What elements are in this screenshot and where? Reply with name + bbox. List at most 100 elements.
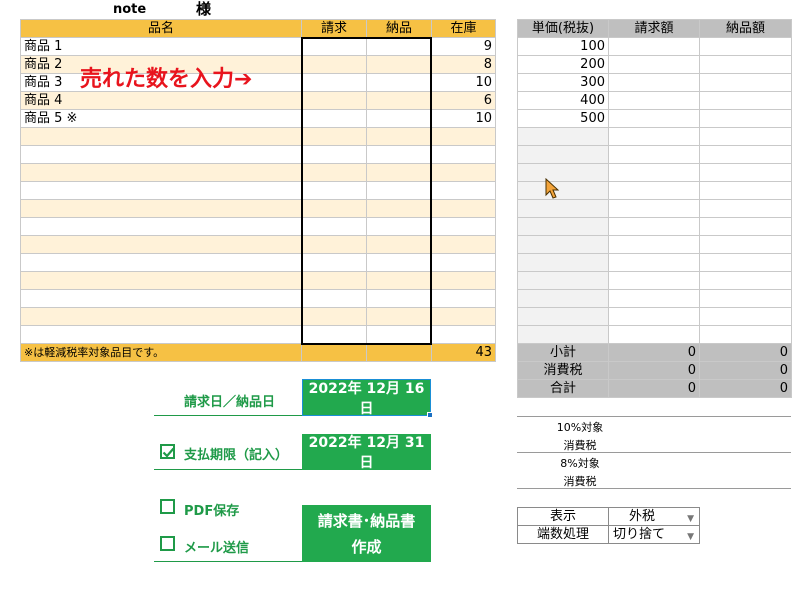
- invoice-qty-cell[interactable]: [301, 289, 367, 308]
- delivery-qty-cell[interactable]: [366, 109, 432, 128]
- invoice-amount-cell: [608, 307, 700, 326]
- delivery-qty-cell[interactable]: [366, 307, 432, 326]
- underline: [154, 469, 302, 470]
- table-row: [517, 307, 792, 326]
- dropdown-arrow-icon[interactable]: ▼: [687, 529, 694, 545]
- invoice-qty-cell[interactable]: [301, 199, 367, 218]
- invoice-qty-cell[interactable]: [301, 181, 367, 200]
- delivery-amount-cell: [699, 307, 792, 326]
- stock-cell: [431, 325, 496, 344]
- table-row: [517, 235, 792, 254]
- instruction-annotation: 売れた数を入力➔: [80, 67, 253, 92]
- summary-row: 合計 0 0: [517, 379, 792, 398]
- selection-handle[interactable]: [427, 412, 433, 418]
- issue-date-field[interactable]: 2022年 12月 16日: [302, 379, 431, 417]
- table-row: [20, 163, 496, 182]
- invoice-qty-cell[interactable]: [301, 163, 367, 182]
- unit-price-cell: [517, 307, 609, 326]
- invoice-qty-cell[interactable]: [301, 253, 367, 272]
- invoice-qty-cell[interactable]: [301, 271, 367, 290]
- stock-cell: [431, 235, 496, 254]
- underline: [154, 561, 302, 562]
- mail-send-checkbox[interactable]: [160, 536, 175, 551]
- table-row: [517, 127, 792, 146]
- delivery-qty-cell[interactable]: [366, 73, 432, 92]
- invoice-qty-cell[interactable]: [301, 73, 367, 92]
- item-name-cell: 商品 4: [20, 91, 302, 110]
- delivery-qty-cell[interactable]: [366, 55, 432, 74]
- unit-price-cell: 200: [517, 55, 609, 74]
- summary-delivery: 0: [699, 361, 792, 380]
- invoice-amount-cell: [608, 271, 700, 290]
- invoice-amount-cell: [608, 55, 700, 74]
- stock-cell: 6: [431, 91, 496, 110]
- delivery-qty-cell[interactable]: [366, 289, 432, 308]
- delivery-qty-cell[interactable]: [366, 163, 432, 182]
- item-name-cell: [20, 181, 302, 200]
- pdf-save-checkbox[interactable]: [160, 499, 175, 514]
- mail-send-label: メール送信: [184, 541, 250, 556]
- invoice-amount-cell: [608, 37, 700, 56]
- delivery-qty-cell[interactable]: [366, 145, 432, 164]
- stock-cell: 10: [431, 73, 496, 92]
- summary-invoice: 0: [608, 379, 700, 398]
- item-name-cell: [20, 253, 302, 272]
- delivery-qty-cell[interactable]: [366, 325, 432, 344]
- delivery-amount-cell: [699, 181, 792, 200]
- display-select[interactable]: 外税 ▼: [608, 507, 700, 526]
- summary-label: 合計: [517, 379, 609, 398]
- invoice-qty-cell[interactable]: [301, 235, 367, 254]
- invoice-qty-cell[interactable]: [301, 37, 367, 56]
- delivery-qty-cell[interactable]: [366, 199, 432, 218]
- col-header-invoice-amount: 請求額: [608, 19, 700, 38]
- invoice-qty-cell[interactable]: [301, 145, 367, 164]
- invoice-amount-cell: [608, 289, 700, 308]
- delivery-qty-cell[interactable]: [366, 253, 432, 272]
- table-row: [20, 289, 496, 308]
- footer-delivery-total: [366, 343, 432, 362]
- due-date-label: 支払期限（記入）: [184, 448, 289, 463]
- col-header-item-name: 品名: [20, 19, 302, 38]
- invoice-qty-cell[interactable]: [301, 307, 367, 326]
- delivery-qty-cell[interactable]: [366, 235, 432, 254]
- delivery-qty-cell[interactable]: [366, 217, 432, 236]
- rounding-select[interactable]: 切り捨て ▼: [608, 525, 700, 545]
- due-date-field[interactable]: 2022年 12月 31日: [302, 434, 431, 471]
- summary-invoice: 0: [608, 343, 700, 362]
- invoice-qty-cell[interactable]: [301, 217, 367, 236]
- table-row: 商品 4 6: [20, 91, 496, 110]
- invoice-qty-cell[interactable]: [301, 325, 367, 344]
- summary-row: 小計 0 0: [517, 343, 792, 362]
- delivery-qty-cell[interactable]: [366, 271, 432, 290]
- table-row: [517, 253, 792, 272]
- stock-cell: [431, 307, 496, 326]
- delivery-qty-cell[interactable]: [366, 91, 432, 110]
- table-row: 商品 5 ※ 10: [20, 109, 496, 128]
- summary-delivery: 0: [699, 379, 792, 398]
- create-invoice-button[interactable]: 請求書･納品書 作成: [302, 505, 431, 562]
- unit-price-cell: 100: [517, 37, 609, 56]
- rate10-label: 10%対象: [556, 421, 604, 434]
- stock-cell: [431, 127, 496, 146]
- rate10-tax-label: 消費税: [563, 439, 597, 452]
- invoice-qty-cell[interactable]: [301, 91, 367, 110]
- footer-note: ※は軽減税率対象品目です。: [20, 343, 302, 362]
- table-footer-row: ※は軽減税率対象品目です。 43: [20, 343, 496, 362]
- invoice-qty-cell[interactable]: [301, 109, 367, 128]
- invoice-qty-cell[interactable]: [301, 127, 367, 146]
- due-date-checkbox[interactable]: [160, 444, 175, 459]
- unit-price-cell: [517, 325, 609, 344]
- invoice-qty-cell[interactable]: [301, 55, 367, 74]
- invoice-amount-cell: [608, 91, 700, 110]
- table-row: [20, 145, 496, 164]
- delivery-qty-cell[interactable]: [366, 127, 432, 146]
- delivery-amount-cell: [699, 145, 792, 164]
- rate8-tax-label: 消費税: [563, 475, 597, 488]
- delivery-qty-cell[interactable]: [366, 37, 432, 56]
- footer-invoice-total: [301, 343, 367, 362]
- stock-cell: 8: [431, 55, 496, 74]
- item-name-cell: [20, 271, 302, 290]
- delivery-qty-cell[interactable]: [366, 181, 432, 200]
- price-table: 単価(税抜) 請求額 納品額 100 200 300 400 500 小計 0 0 消費税 0 0 合…: [517, 19, 792, 398]
- stock-cell: [431, 271, 496, 290]
